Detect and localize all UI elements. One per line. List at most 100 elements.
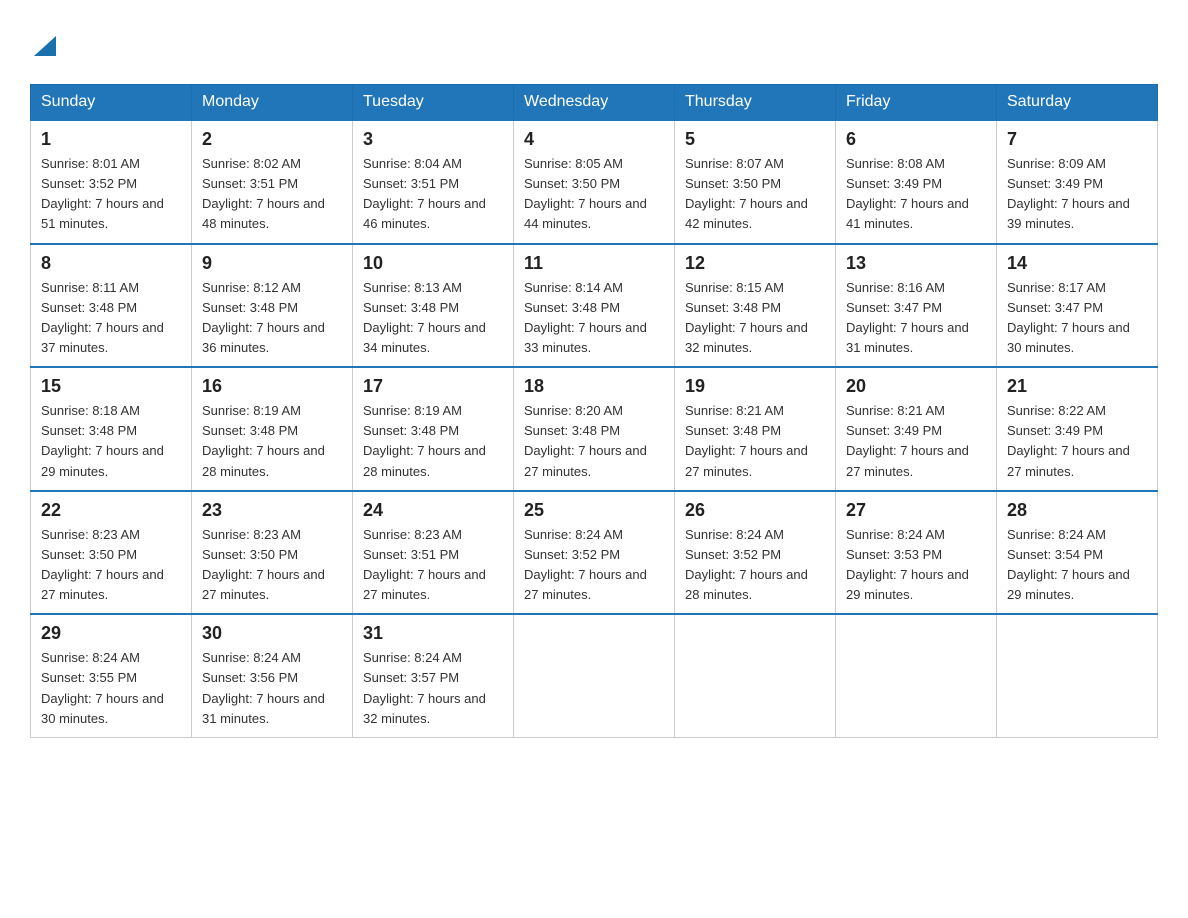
daylight-label: Daylight: 7 hours and 42 minutes. [685, 196, 808, 231]
header-monday: Monday [192, 85, 353, 121]
sunrise-label: Sunrise: 8:24 AM [846, 527, 945, 542]
sunrise-label: Sunrise: 8:02 AM [202, 156, 301, 171]
calendar-table: Sunday Monday Tuesday Wednesday Thursday… [30, 84, 1158, 738]
sunrise-label: Sunrise: 8:23 AM [363, 527, 462, 542]
calendar-cell: 18 Sunrise: 8:20 AM Sunset: 3:48 PM Dayl… [514, 367, 675, 491]
day-number: 31 [363, 623, 503, 644]
day-number: 4 [524, 129, 664, 150]
sunset-label: Sunset: 3:52 PM [685, 547, 781, 562]
calendar-cell: 7 Sunrise: 8:09 AM Sunset: 3:49 PM Dayli… [997, 120, 1158, 244]
day-info: Sunrise: 8:07 AM Sunset: 3:50 PM Dayligh… [685, 154, 825, 235]
daylight-label: Daylight: 7 hours and 27 minutes. [41, 567, 164, 602]
calendar-cell: 4 Sunrise: 8:05 AM Sunset: 3:50 PM Dayli… [514, 120, 675, 244]
logo-arrow-icon [34, 30, 56, 64]
header-friday: Friday [836, 85, 997, 121]
header-wednesday: Wednesday [514, 85, 675, 121]
day-info: Sunrise: 8:12 AM Sunset: 3:48 PM Dayligh… [202, 278, 342, 359]
calendar-cell [836, 614, 997, 737]
sunrise-label: Sunrise: 8:18 AM [41, 403, 140, 418]
sunrise-label: Sunrise: 8:15 AM [685, 280, 784, 295]
calendar-cell: 12 Sunrise: 8:15 AM Sunset: 3:48 PM Dayl… [675, 244, 836, 368]
daylight-label: Daylight: 7 hours and 27 minutes. [524, 443, 647, 478]
sunrise-label: Sunrise: 8:24 AM [41, 650, 140, 665]
sunset-label: Sunset: 3:48 PM [685, 300, 781, 315]
day-info: Sunrise: 8:21 AM Sunset: 3:48 PM Dayligh… [685, 401, 825, 482]
day-number: 3 [363, 129, 503, 150]
day-info: Sunrise: 8:19 AM Sunset: 3:48 PM Dayligh… [202, 401, 342, 482]
day-number: 8 [41, 253, 181, 274]
calendar-cell: 26 Sunrise: 8:24 AM Sunset: 3:52 PM Dayl… [675, 491, 836, 615]
daylight-label: Daylight: 7 hours and 27 minutes. [524, 567, 647, 602]
day-number: 28 [1007, 500, 1147, 521]
day-number: 14 [1007, 253, 1147, 274]
daylight-label: Daylight: 7 hours and 32 minutes. [685, 320, 808, 355]
sunrise-label: Sunrise: 8:16 AM [846, 280, 945, 295]
header-tuesday: Tuesday [353, 85, 514, 121]
calendar-cell: 30 Sunrise: 8:24 AM Sunset: 3:56 PM Dayl… [192, 614, 353, 737]
day-info: Sunrise: 8:14 AM Sunset: 3:48 PM Dayligh… [524, 278, 664, 359]
sunrise-label: Sunrise: 8:11 AM [41, 280, 139, 295]
sunset-label: Sunset: 3:47 PM [846, 300, 942, 315]
day-info: Sunrise: 8:04 AM Sunset: 3:51 PM Dayligh… [363, 154, 503, 235]
sunrise-label: Sunrise: 8:22 AM [1007, 403, 1106, 418]
sunrise-label: Sunrise: 8:17 AM [1007, 280, 1106, 295]
sunrise-label: Sunrise: 8:05 AM [524, 156, 623, 171]
daylight-label: Daylight: 7 hours and 32 minutes. [363, 691, 486, 726]
day-info: Sunrise: 8:23 AM Sunset: 3:51 PM Dayligh… [363, 525, 503, 606]
day-info: Sunrise: 8:23 AM Sunset: 3:50 PM Dayligh… [41, 525, 181, 606]
sunset-label: Sunset: 3:53 PM [846, 547, 942, 562]
weekday-header-row: Sunday Monday Tuesday Wednesday Thursday… [31, 85, 1158, 121]
calendar-cell: 21 Sunrise: 8:22 AM Sunset: 3:49 PM Dayl… [997, 367, 1158, 491]
day-info: Sunrise: 8:24 AM Sunset: 3:52 PM Dayligh… [524, 525, 664, 606]
sunset-label: Sunset: 3:48 PM [41, 423, 137, 438]
sunset-label: Sunset: 3:50 PM [202, 547, 298, 562]
daylight-label: Daylight: 7 hours and 28 minutes. [685, 567, 808, 602]
day-info: Sunrise: 8:24 AM Sunset: 3:53 PM Dayligh… [846, 525, 986, 606]
calendar-cell: 29 Sunrise: 8:24 AM Sunset: 3:55 PM Dayl… [31, 614, 192, 737]
day-number: 29 [41, 623, 181, 644]
day-info: Sunrise: 8:02 AM Sunset: 3:51 PM Dayligh… [202, 154, 342, 235]
day-number: 23 [202, 500, 342, 521]
daylight-label: Daylight: 7 hours and 31 minutes. [846, 320, 969, 355]
day-info: Sunrise: 8:20 AM Sunset: 3:48 PM Dayligh… [524, 401, 664, 482]
calendar-cell [514, 614, 675, 737]
week-row-5: 29 Sunrise: 8:24 AM Sunset: 3:55 PM Dayl… [31, 614, 1158, 737]
sunset-label: Sunset: 3:51 PM [363, 176, 459, 191]
calendar-cell: 13 Sunrise: 8:16 AM Sunset: 3:47 PM Dayl… [836, 244, 997, 368]
sunrise-label: Sunrise: 8:04 AM [363, 156, 462, 171]
calendar-cell: 1 Sunrise: 8:01 AM Sunset: 3:52 PM Dayli… [31, 120, 192, 244]
sunset-label: Sunset: 3:50 PM [41, 547, 137, 562]
sunset-label: Sunset: 3:50 PM [524, 176, 620, 191]
sunset-label: Sunset: 3:51 PM [363, 547, 459, 562]
day-number: 20 [846, 376, 986, 397]
calendar-cell: 3 Sunrise: 8:04 AM Sunset: 3:51 PM Dayli… [353, 120, 514, 244]
calendar-cell: 9 Sunrise: 8:12 AM Sunset: 3:48 PM Dayli… [192, 244, 353, 368]
calendar-cell: 14 Sunrise: 8:17 AM Sunset: 3:47 PM Dayl… [997, 244, 1158, 368]
daylight-label: Daylight: 7 hours and 27 minutes. [685, 443, 808, 478]
sunset-label: Sunset: 3:48 PM [685, 423, 781, 438]
daylight-label: Daylight: 7 hours and 29 minutes. [1007, 567, 1130, 602]
calendar-cell: 27 Sunrise: 8:24 AM Sunset: 3:53 PM Dayl… [836, 491, 997, 615]
day-info: Sunrise: 8:23 AM Sunset: 3:50 PM Dayligh… [202, 525, 342, 606]
day-info: Sunrise: 8:16 AM Sunset: 3:47 PM Dayligh… [846, 278, 986, 359]
day-number: 26 [685, 500, 825, 521]
daylight-label: Daylight: 7 hours and 46 minutes. [363, 196, 486, 231]
sunrise-label: Sunrise: 8:24 AM [202, 650, 301, 665]
day-number: 30 [202, 623, 342, 644]
day-info: Sunrise: 8:24 AM Sunset: 3:52 PM Dayligh… [685, 525, 825, 606]
sunset-label: Sunset: 3:48 PM [202, 423, 298, 438]
day-number: 11 [524, 253, 664, 274]
sunrise-label: Sunrise: 8:21 AM [685, 403, 784, 418]
day-number: 17 [363, 376, 503, 397]
day-number: 2 [202, 129, 342, 150]
day-number: 22 [41, 500, 181, 521]
calendar-cell: 25 Sunrise: 8:24 AM Sunset: 3:52 PM Dayl… [514, 491, 675, 615]
sunset-label: Sunset: 3:48 PM [524, 423, 620, 438]
day-info: Sunrise: 8:19 AM Sunset: 3:48 PM Dayligh… [363, 401, 503, 482]
calendar-cell [997, 614, 1158, 737]
daylight-label: Daylight: 7 hours and 27 minutes. [846, 443, 969, 478]
week-row-3: 15 Sunrise: 8:18 AM Sunset: 3:48 PM Dayl… [31, 367, 1158, 491]
day-number: 24 [363, 500, 503, 521]
day-number: 21 [1007, 376, 1147, 397]
daylight-label: Daylight: 7 hours and 27 minutes. [202, 567, 325, 602]
